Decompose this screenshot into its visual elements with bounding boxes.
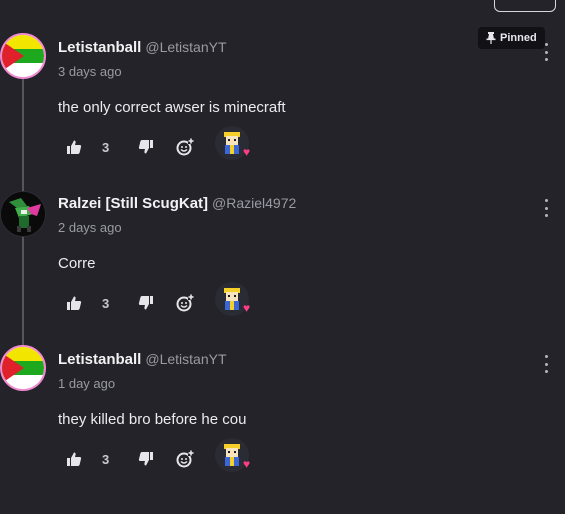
- thumbs-up-icon: [67, 452, 82, 466]
- dislike-button[interactable]: [138, 290, 154, 316]
- comment-actions: 3 ♥: [62, 438, 272, 474]
- pinned-badge: Pinned: [478, 27, 545, 49]
- author-handle[interactable]: @LetistanYT: [145, 351, 226, 367]
- comment-actions: 3 ♥: [62, 282, 272, 318]
- heart-icon: ♥: [243, 301, 251, 315]
- comment-timestamp[interactable]: 2 days ago: [58, 220, 122, 235]
- author-handle[interactable]: @Raziel4972: [212, 195, 296, 211]
- like-count: 3: [102, 452, 110, 467]
- comment-text: they killed bro before he cou: [58, 411, 247, 428]
- comment-item: Ralzei [Still ScugKat] @Raziel4972 2 days…: [0, 186, 565, 342]
- character-avatar-image: [1, 192, 45, 236]
- thumbs-down-icon: [138, 140, 153, 154]
- comment-timestamp[interactable]: 1 day ago: [58, 376, 115, 391]
- heart-icon: ♥: [243, 145, 251, 159]
- author-name[interactable]: Ralzei [Still ScugKat]: [58, 195, 208, 212]
- creator-reaction[interactable]: ♥: [215, 282, 251, 316]
- more-options-icon[interactable]: [541, 43, 551, 61]
- comment-timestamp[interactable]: 3 days ago: [58, 64, 122, 79]
- dislike-button[interactable]: [138, 134, 154, 160]
- like-count: 3: [102, 296, 110, 311]
- author-handle[interactable]: @LetistanYT: [145, 39, 226, 55]
- add-reaction-icon: [176, 294, 194, 312]
- author-name[interactable]: Letistanball: [58, 351, 141, 368]
- thumbs-up-icon: [67, 296, 82, 310]
- comment-text: Corre: [58, 255, 96, 272]
- like-button[interactable]: [66, 134, 82, 160]
- add-reaction-button[interactable]: [176, 134, 194, 160]
- flag-avatar-image: [2, 347, 44, 389]
- creator-reaction[interactable]: ♥: [215, 126, 251, 160]
- user-avatar[interactable]: [0, 345, 46, 391]
- comment-text: the only correct awser is minecraft: [58, 99, 286, 116]
- comment-author[interactable]: Letistanball @LetistanYT: [58, 351, 227, 368]
- creator-reaction[interactable]: ♥: [215, 438, 251, 472]
- user-avatar[interactable]: [0, 33, 46, 79]
- thumbs-down-icon: [138, 296, 153, 310]
- comment-author[interactable]: Ralzei [Still ScugKat] @Raziel4972: [58, 195, 296, 212]
- author-name[interactable]: Letistanball: [58, 39, 141, 56]
- more-options-icon[interactable]: [541, 199, 551, 217]
- add-reaction-icon: [176, 450, 194, 468]
- comment-actions: 3 ♥: [62, 126, 272, 162]
- pin-icon: [486, 32, 496, 44]
- user-avatar[interactable]: [0, 191, 46, 237]
- comment-item: Letistanball @LetistanYT 3 days ago Pinne…: [0, 27, 565, 186]
- heart-icon: ♥: [243, 457, 251, 471]
- add-reaction-button[interactable]: [176, 446, 194, 472]
- pinned-label: Pinned: [500, 32, 537, 44]
- comment-item: Letistanball @LetistanYT 1 day ago they k…: [0, 342, 565, 498]
- flag-avatar-image: [2, 35, 44, 77]
- add-reaction-icon: [176, 138, 194, 156]
- like-button[interactable]: [66, 446, 82, 472]
- dislike-button[interactable]: [138, 446, 154, 472]
- more-options-icon[interactable]: [541, 355, 551, 373]
- thumbs-up-icon: [67, 140, 82, 154]
- comment-author[interactable]: Letistanball @LetistanYT: [58, 39, 227, 56]
- like-count: 3: [102, 140, 110, 155]
- add-reaction-button[interactable]: [176, 290, 194, 316]
- top-right-button[interactable]: [494, 0, 556, 12]
- like-button[interactable]: [66, 290, 82, 316]
- thumbs-down-icon: [138, 452, 153, 466]
